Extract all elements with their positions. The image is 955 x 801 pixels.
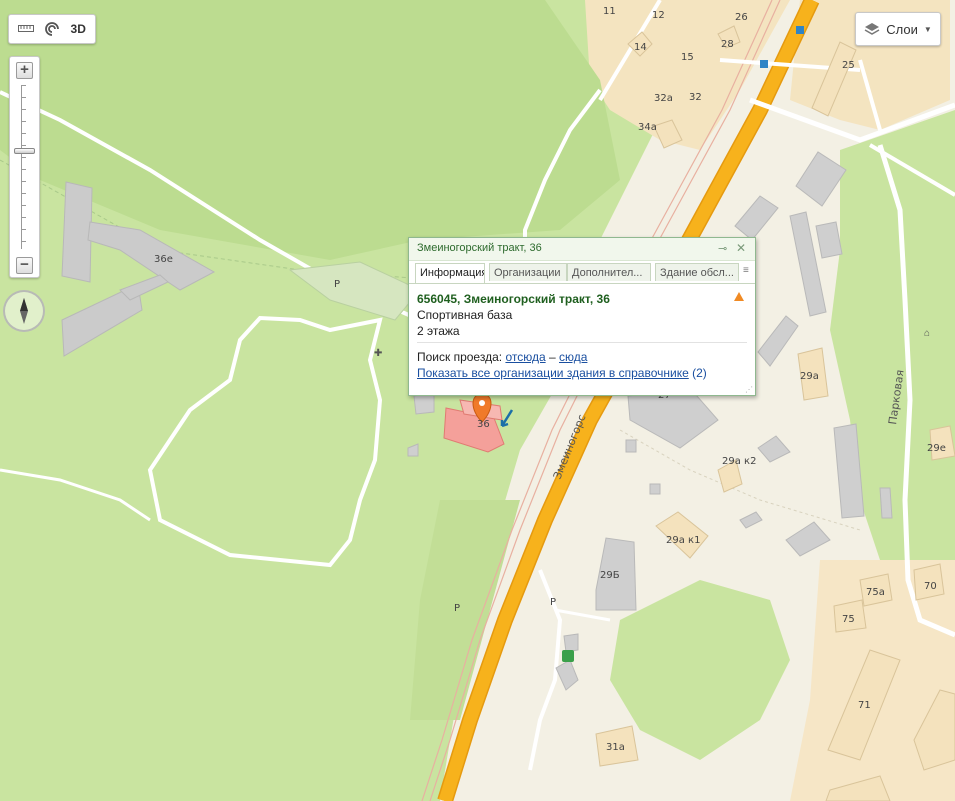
balloon-header: Змеиногорский тракт, 36 ⊸ ✕ (409, 238, 755, 261)
parking-area (288, 261, 421, 321)
svg-text:75: 75 (842, 614, 855, 625)
svg-text:70: 70 (924, 581, 937, 592)
svg-text:12: 12 (652, 10, 665, 21)
tabs-menu-icon[interactable]: ≡ (743, 265, 749, 276)
building-type: Спортивная база (417, 308, 513, 322)
close-icon[interactable]: ✕ (736, 241, 746, 255)
orgs-row: Показать все организации здания в справо… (417, 366, 707, 380)
svg-text:36: 36 (477, 419, 490, 430)
svg-text:71: 71 (858, 700, 871, 711)
floors-count: 2 этажа (417, 324, 460, 338)
route-dash: – (548, 350, 556, 364)
zoom-track[interactable] (21, 85, 26, 249)
svg-text:32: 32 (689, 92, 702, 103)
view-3d-button[interactable]: 3D (71, 18, 86, 40)
svg-text:75а: 75а (866, 587, 885, 598)
layers-button[interactable]: Слои ▼ (855, 12, 941, 46)
svg-text:26: 26 (735, 12, 748, 23)
park-path (0, 468, 151, 522)
tab-building-service[interactable]: Здание обсл... (655, 263, 739, 281)
spiral-icon[interactable] (44, 18, 60, 40)
svg-text:34а: 34а (638, 122, 657, 133)
zoom-control: + − (9, 56, 40, 278)
show-organizations-link[interactable]: Показать все организации здания в справо… (417, 366, 689, 380)
tab-information[interactable]: Информация (415, 263, 485, 283)
divider (417, 342, 747, 343)
tab-organizations[interactable]: Организации (489, 263, 567, 281)
layers-label: Слои (886, 21, 918, 37)
zoom-in-button[interactable]: + (16, 62, 33, 79)
route-label: Поиск проезда: (417, 350, 503, 364)
svg-text:29а: 29а (800, 371, 819, 382)
svg-text:14: 14 (634, 42, 647, 53)
warning-icon[interactable] (734, 292, 744, 301)
entrance-arrow-icon (500, 409, 514, 428)
park-path (147, 315, 383, 568)
route-to-link[interactable]: сюда (559, 350, 587, 364)
svg-text:11: 11 (603, 6, 616, 17)
svg-text:29Б: 29Б (600, 570, 620, 581)
resize-grip-icon[interactable]: ⋰ (745, 385, 753, 394)
svg-text:29а к1: 29а к1 (666, 535, 700, 546)
svg-text:15: 15 (681, 52, 694, 63)
route-search: Поиск проезда: отсюда – сюда (417, 350, 587, 364)
ruler-icon[interactable] (18, 18, 35, 40)
compass-icon[interactable] (3, 290, 45, 332)
svg-text:29е: 29е (927, 443, 946, 454)
balloon-tabs: Информация Организации Дополнител... Зда… (415, 263, 749, 283)
bus-stop-icon[interactable] (796, 26, 804, 34)
info-balloon: Змеиногорский тракт, 36 ⊸ ✕ Информация О… (408, 237, 756, 396)
tab-additional[interactable]: Дополнител... (567, 263, 651, 281)
svg-text:28: 28 (721, 39, 734, 50)
chevron-down-icon: ▼ (923, 24, 932, 34)
svg-text:25: 25 (842, 60, 855, 71)
fuel-station-icon[interactable] (562, 650, 574, 662)
zoom-out-button[interactable]: − (16, 257, 33, 274)
map-canvas[interactable]: 36е P 11 12 26 14 28 15 25 32а 32 34а 36… (0, 0, 955, 801)
address: 656045, Змеиногорский тракт, 36 (417, 292, 610, 306)
building (119, 274, 169, 301)
balloon-title: Змеиногорский тракт, 36 (417, 242, 542, 254)
orgs-count: (2) (692, 366, 707, 380)
pin-icon[interactable]: ⊸ (718, 242, 727, 255)
balloon-body: 656045, Змеиногорский тракт, 36 Спортивн… (409, 283, 755, 396)
route-from-link[interactable]: отсюда (505, 350, 545, 364)
building-label: 36е (154, 254, 173, 265)
layers-icon (864, 23, 880, 35)
svg-text:32а: 32а (654, 93, 673, 104)
building (61, 181, 93, 283)
svg-text:P: P (454, 603, 460, 614)
landmark-icon: ⌂ (924, 328, 930, 339)
map-toolbar: 3D (8, 14, 96, 44)
parking-label: P (334, 279, 340, 290)
sport-icon: ✚ (374, 348, 382, 359)
zoom-slider-handle[interactable] (14, 147, 35, 154)
svg-text:P: P (550, 597, 556, 608)
svg-text:29а к2: 29а к2 (722, 456, 756, 467)
svg-text:31а: 31а (606, 742, 625, 753)
bus-stop-icon[interactable] (760, 60, 768, 68)
